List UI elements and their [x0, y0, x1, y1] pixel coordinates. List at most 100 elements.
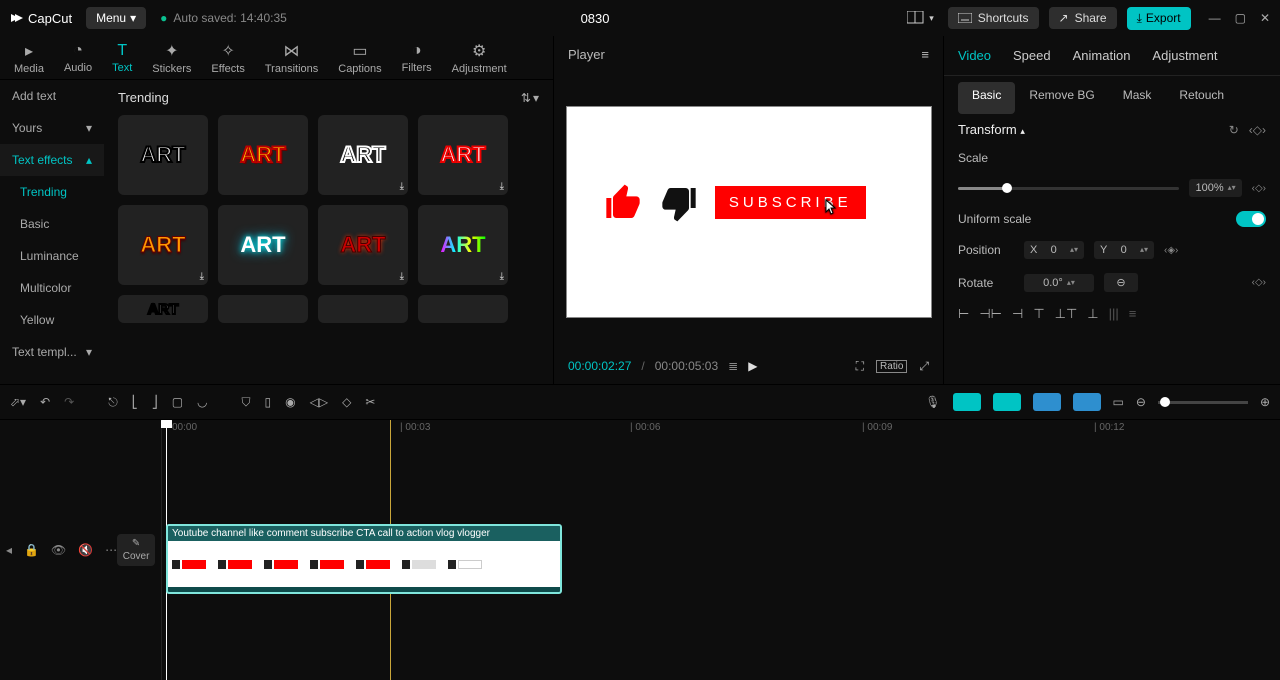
align-center-h-icon[interactable]: ⊣⊢	[979, 306, 1002, 322]
stepper-icon[interactable]: ▴▾	[1228, 185, 1236, 191]
rotate-input[interactable]: 0.0° ▴▾	[1024, 274, 1094, 292]
tab-stickers[interactable]: ✦Stickers	[142, 39, 201, 77]
trim-left-icon[interactable]: ⎣	[132, 395, 138, 409]
snap-button[interactable]	[1033, 393, 1061, 411]
sidebar-add-text[interactable]: Add text	[0, 80, 104, 112]
link-button[interactable]	[1073, 393, 1101, 411]
player-menu-icon[interactable]: ≡	[921, 47, 929, 62]
keyframe-nav[interactable]: ‹◈›	[1164, 245, 1178, 256]
zoom-slider[interactable]	[1158, 401, 1248, 404]
transform-section-header[interactable]: Transform ▴ ↻ ‹◇›	[958, 122, 1266, 137]
slider-thumb[interactable]	[1002, 183, 1012, 193]
subtab-basic[interactable]: Basic	[958, 82, 1015, 114]
tab-adjustment[interactable]: ⚙Adjustment	[442, 39, 517, 77]
export-button[interactable]: ⤓ Export	[1127, 7, 1191, 30]
mic-icon[interactable]: 🎙	[925, 395, 940, 409]
sidebar-multicolor[interactable]: Multicolor	[0, 272, 104, 304]
shortcuts-button[interactable]: Shortcuts	[948, 7, 1039, 29]
effect-tile[interactable]: ART⤓	[418, 205, 508, 285]
effect-tile[interactable]: ART	[218, 115, 308, 195]
frame-icon[interactable]: ▯	[265, 395, 272, 409]
uniform-scale-toggle[interactable]	[1236, 211, 1266, 227]
zoom-out-icon[interactable]: ⊖	[1136, 395, 1146, 409]
reset-icon[interactable]: ↻	[1229, 123, 1239, 137]
shield-icon[interactable]: ⛉	[242, 395, 251, 410]
tab-media[interactable]: ▸Media	[4, 39, 54, 77]
undo-button[interactable]: ↶	[40, 395, 50, 409]
play-in-icon[interactable]: ◉	[285, 395, 295, 409]
maximize-button[interactable]: ▢	[1235, 11, 1246, 25]
rotate-icon[interactable]: ◇	[342, 395, 351, 409]
scale-value-input[interactable]: 100% ▴▾	[1189, 179, 1241, 197]
effect-tile[interactable]: ART	[118, 295, 208, 323]
effect-tile[interactable]: ART⤓	[318, 205, 408, 285]
stepper-icon[interactable]: ▴▾	[1140, 247, 1148, 253]
align-bottom-icon[interactable]: ⊥	[1087, 306, 1098, 322]
tab-captions[interactable]: ▭Captions	[328, 39, 391, 77]
sidebar-luminance[interactable]: Luminance	[0, 240, 104, 272]
tab-video[interactable]: Video	[958, 48, 991, 63]
preview-viewport[interactable]: SUBSCRIBE	[567, 107, 931, 317]
menu-button[interactable]: Menu ▾	[86, 7, 146, 29]
layout-button[interactable]: ▾	[903, 7, 938, 29]
tab-speed[interactable]: Speed	[1013, 48, 1051, 63]
scale-slider[interactable]	[958, 187, 1179, 190]
sidebar-yellow[interactable]: Yellow	[0, 304, 104, 336]
effect-tile[interactable]: ART	[118, 115, 208, 195]
subtab-retouch[interactable]: Retouch	[1165, 82, 1238, 114]
align-top-icon[interactable]: ⊤	[1033, 306, 1044, 322]
effect-tile[interactable]	[218, 295, 308, 323]
collapse-icon[interactable]: ◂	[6, 543, 12, 557]
crop-icon[interactable]: ✂	[365, 395, 375, 409]
scan-icon[interactable]: ⛶	[856, 359, 864, 374]
share-button[interactable]: ↗ Share	[1049, 7, 1117, 29]
tab-transitions[interactable]: ⋈Transitions	[255, 39, 328, 77]
effect-tile[interactable]	[418, 295, 508, 323]
lock-icon[interactable]: 🔒	[24, 543, 39, 557]
visibility-icon[interactable]: 👁	[51, 543, 66, 557]
timeline-body[interactable]: 00:00 | 00:03 | 00:06 | 00:09 | 00:12 Yo…	[162, 420, 1280, 680]
effect-tile[interactable]: ART	[218, 205, 308, 285]
mirror-icon[interactable]: ◁▷	[310, 395, 328, 409]
stepper-icon[interactable]: ▴▾	[1070, 247, 1078, 253]
zoom-thumb[interactable]	[1160, 397, 1170, 407]
tab-text[interactable]: TText	[102, 40, 142, 76]
play-button[interactable]: ▶	[748, 359, 757, 373]
trim-right-icon[interactable]: ⎦	[152, 395, 158, 409]
rotate-dial[interactable]: ⊖	[1104, 273, 1138, 292]
effect-tile[interactable]	[318, 295, 408, 323]
align-left-icon[interactable]: ⊢	[958, 306, 969, 322]
tab-effects[interactable]: ✧Effects	[201, 39, 254, 77]
tab-filters[interactable]: ◑Filters	[392, 40, 442, 76]
subtab-remove-bg[interactable]: Remove BG	[1015, 82, 1108, 114]
redo-button[interactable]: ↷	[64, 395, 74, 409]
position-y-input[interactable]: Y 0 ▴▾	[1094, 241, 1154, 259]
ratio-button[interactable]: Ratio	[876, 360, 907, 373]
video-clip[interactable]: Youtube channel like comment subscribe C…	[166, 524, 562, 594]
sidebar-text-templates[interactable]: Text templ...▾	[0, 336, 104, 368]
close-button[interactable]: ✕	[1260, 11, 1270, 25]
sidebar-trending[interactable]: Trending	[0, 176, 104, 208]
preview-toggle-icon[interactable]: ▭	[1113, 395, 1124, 409]
timeline-ruler[interactable]: 00:00 | 00:03 | 00:06 | 00:09 | 00:12	[162, 420, 1280, 438]
effect-tile[interactable]: ART⤓	[118, 205, 208, 285]
tab-animation[interactable]: Animation	[1073, 48, 1131, 63]
compare-icon[interactable]: ≣	[728, 359, 738, 373]
tab-audio[interactable]: ◔Audio	[54, 40, 102, 76]
delete-icon[interactable]: ▢	[172, 395, 183, 409]
subtab-mask[interactable]: Mask	[1109, 82, 1166, 114]
zoom-in-icon[interactable]: ⊕	[1260, 395, 1270, 409]
position-x-input[interactable]: X 0 ▴▾	[1024, 241, 1084, 259]
magnet-track-button[interactable]	[993, 393, 1021, 411]
align-right-icon[interactable]: ⊣	[1012, 306, 1023, 322]
cover-button[interactable]: ✎ Cover	[117, 534, 155, 566]
tab-adjustment[interactable]: Adjustment	[1152, 48, 1217, 63]
sidebar-yours[interactable]: Yours▾	[0, 112, 104, 144]
split-icon[interactable]: ⎋	[108, 395, 118, 410]
more-icon[interactable]: ⋯	[105, 543, 117, 557]
fullscreen-icon[interactable]: ⤢	[919, 359, 929, 374]
minimize-button[interactable]: —	[1209, 11, 1221, 25]
mute-icon[interactable]: 🔇	[78, 543, 93, 557]
keyframe-icon[interactable]: ‹◇›	[1249, 123, 1266, 137]
stepper-icon[interactable]: ▴▾	[1067, 280, 1075, 286]
